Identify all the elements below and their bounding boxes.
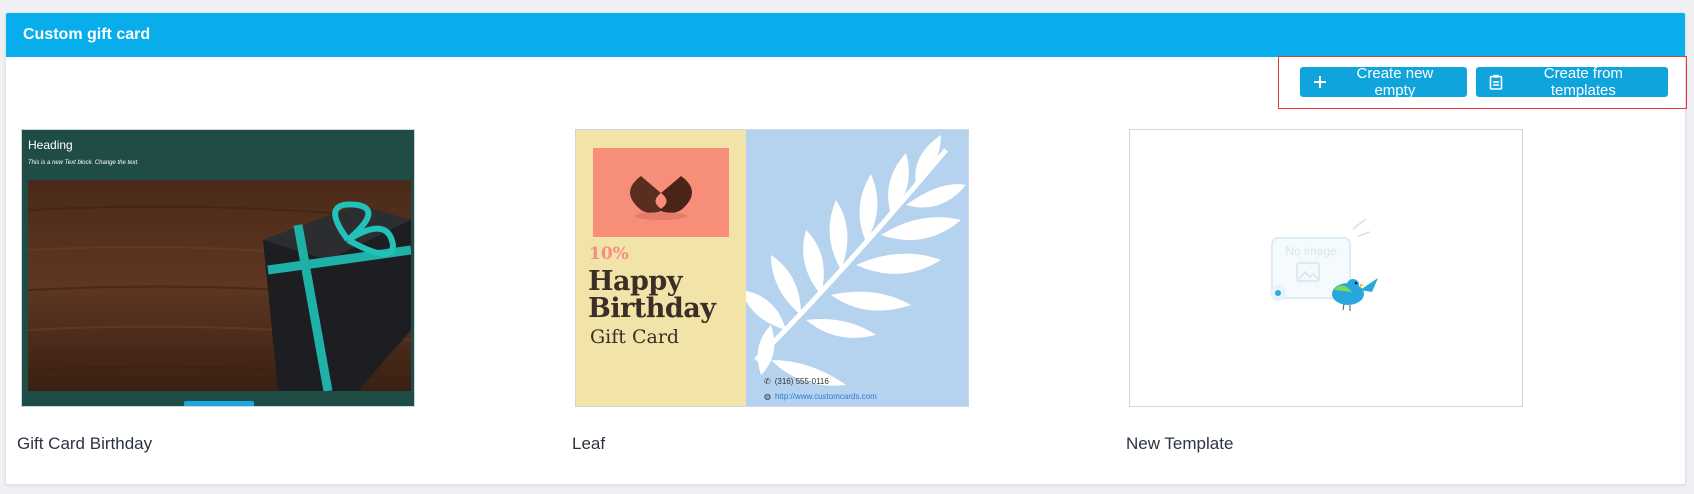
preview-left-panel: 10% Happy Birthday Gift Card [576, 130, 746, 406]
gift-box-photo [28, 180, 411, 391]
headline-text: Happy Birthday [588, 266, 716, 324]
logo-icon [630, 176, 692, 220]
preview-text: This is a new Text block. Change the tex… [28, 160, 139, 166]
template-name[interactable]: Gift Card Birthday [17, 434, 152, 454]
clipboard-icon [1488, 74, 1504, 90]
create-new-empty-label: Create new empty [1356, 65, 1434, 99]
template-name[interactable]: Leaf [572, 434, 605, 454]
preview-heading: Heading [28, 138, 73, 152]
preview-button [184, 401, 254, 406]
logo-box [593, 148, 729, 237]
no-image-illustration [1270, 218, 1378, 311]
globe-icon: ◍ [764, 392, 771, 401]
contact-url: ◍ http://www.customcards.com [764, 392, 877, 401]
panel-header: Custom gift card [6, 13, 1685, 57]
template-thumbnail-leaf[interactable]: 10% Happy Birthday Gift Card ✆ (316) 555… [575, 129, 969, 407]
template-thumbnail-gift-card-birthday[interactable]: Heading This is a new Text block. Change… [21, 129, 415, 407]
subtitle-text: Gift Card [590, 326, 680, 348]
no-image-placeholder: No image [1285, 244, 1337, 258]
create-from-templates-button[interactable]: Create from templates [1476, 65, 1668, 99]
template-name[interactable]: New Template [1126, 434, 1233, 454]
leaf-illustration [746, 135, 966, 386]
panel-title: Custom gift card [23, 26, 151, 43]
template-thumbnail-new-template[interactable]: No image [1129, 129, 1523, 407]
plus-icon [1312, 74, 1328, 90]
create-from-templates-label: Create from templates [1543, 65, 1623, 99]
discount-text: 10% [589, 244, 629, 264]
phone-icon: ✆ [764, 377, 771, 386]
contact-phone: ✆ (316) 555-0116 [764, 377, 829, 386]
leaf-panel: ✆ (316) 555-0116 ◍ http://www.customcard… [746, 130, 968, 406]
create-new-empty-button[interactable]: Create new empty [1300, 65, 1467, 99]
